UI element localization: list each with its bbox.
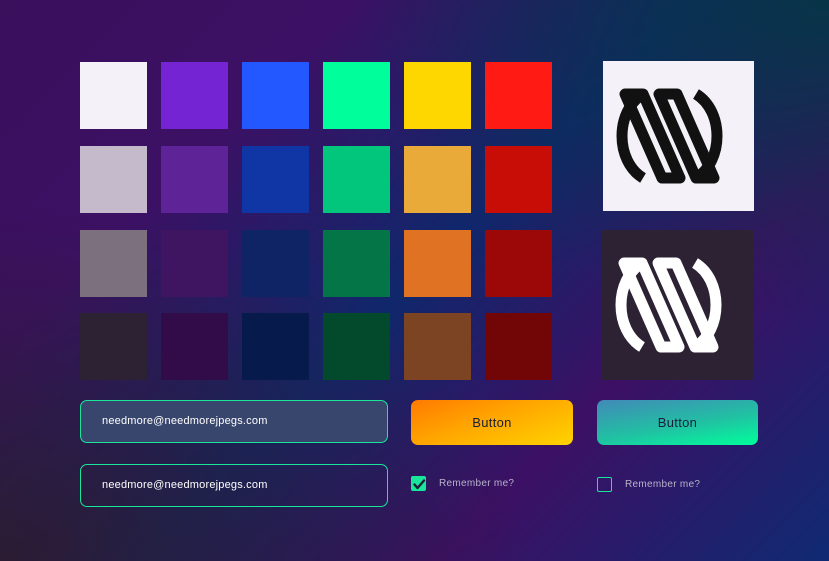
color-swatch [323, 313, 390, 380]
color-swatch [242, 313, 309, 380]
color-swatch [161, 146, 228, 213]
checkmark-icon [413, 479, 426, 490]
primary-button-label: Button [472, 415, 512, 430]
remember-me-label: Remember me? [625, 479, 701, 490]
color-swatch [161, 230, 228, 297]
primary-button[interactable]: Button [411, 400, 573, 445]
color-swatch [404, 230, 471, 297]
remember-me-label: Remember me? [439, 478, 515, 489]
brand-logo-icon [616, 88, 723, 184]
color-swatch [80, 146, 147, 213]
color-swatch [161, 313, 228, 380]
color-swatch [80, 230, 147, 297]
checkbox-unchecked[interactable] [597, 477, 612, 492]
color-swatch [485, 146, 552, 213]
color-swatch [323, 146, 390, 213]
color-swatch [80, 313, 147, 380]
color-swatch [242, 230, 309, 297]
color-swatch [242, 62, 309, 129]
remember-me-checked-row[interactable]: Remember me? [411, 476, 514, 491]
email-field-filled[interactable]: needmore@needmorejpegs.com [80, 400, 388, 443]
checkbox-checked[interactable] [411, 476, 426, 491]
logo-card-light [603, 61, 754, 211]
color-swatch [485, 62, 552, 129]
remember-me-unchecked-row[interactable]: Remember me? [597, 477, 700, 492]
email-value: needmore@needmorejpegs.com [102, 479, 268, 491]
color-swatch [404, 146, 471, 213]
logo-card-dark [602, 230, 753, 380]
color-swatch [80, 62, 147, 129]
color-swatch [323, 62, 390, 129]
color-swatch [485, 313, 552, 380]
color-swatch [404, 313, 471, 380]
email-field-outlined[interactable]: needmore@needmorejpegs.com [80, 464, 388, 507]
brand-logo-icon [615, 257, 722, 353]
color-swatch [161, 62, 228, 129]
color-swatch [485, 230, 552, 297]
color-swatch [323, 230, 390, 297]
email-value: needmore@needmorejpegs.com [102, 415, 268, 427]
secondary-button[interactable]: Button [597, 400, 758, 445]
secondary-button-label: Button [657, 415, 698, 430]
color-swatch [404, 62, 471, 129]
color-swatch [242, 146, 309, 213]
